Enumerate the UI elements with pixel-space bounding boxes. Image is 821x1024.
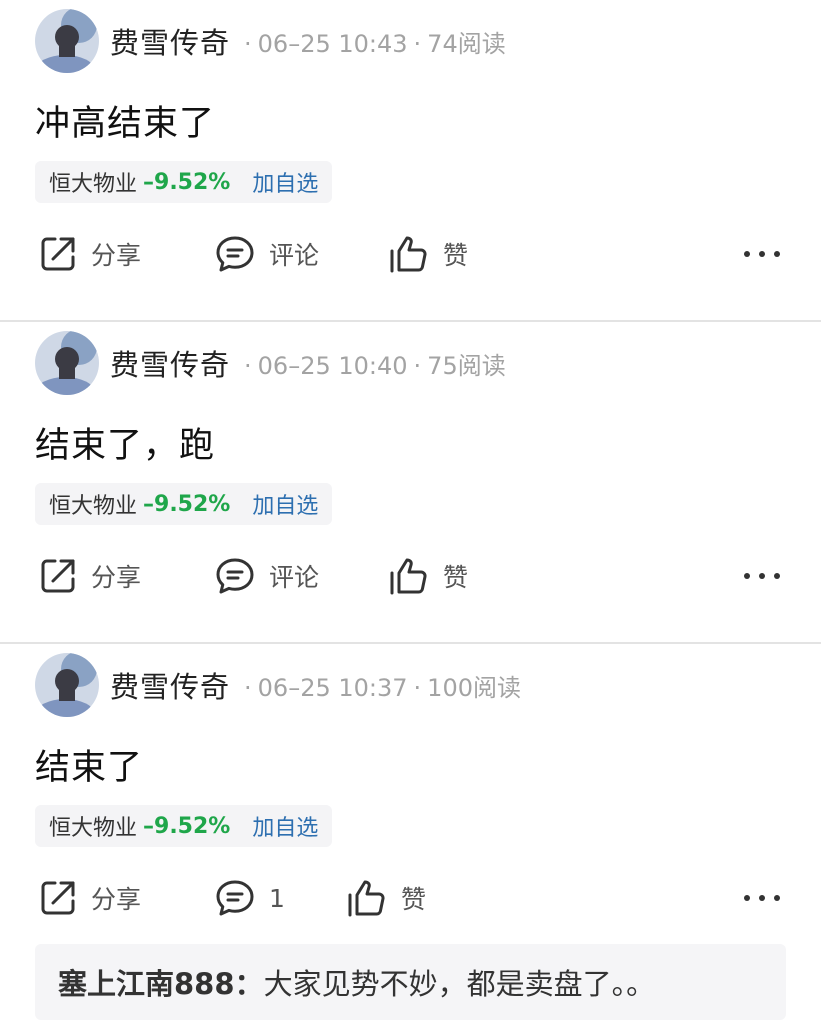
post-card: 费雪传奇 · 06–25 10:43 · 74阅读 冲高结束了 恒大物业 –9.52%…	[0, 0, 821, 322]
post-header: 费雪传奇 · 06–25 10:43 · 74阅读	[35, 9, 506, 73]
read-count: 74阅读	[427, 29, 506, 58]
post-card: 费雪传奇 · 06–25 10:40 · 75阅读 结束了，跑 恒大物业 –9.52%…	[0, 322, 821, 644]
share-label: 分享	[91, 241, 142, 270]
add-watchlist-button[interactable]: 加自选	[252, 810, 318, 842]
post-time: 06–25 10:40	[257, 351, 408, 380]
more-dots-icon[interactable]	[744, 240, 780, 268]
stock-tag[interactable]: 恒大物业 –9.52% 加自选	[35, 805, 333, 847]
share-button[interactable]: 分享	[39, 874, 141, 922]
stock-name[interactable]: 恒大物业	[49, 810, 137, 842]
reply-user[interactable]: 塞上江南888	[58, 961, 235, 1003]
comment-label: 评论	[269, 241, 320, 270]
stock-change: –9.52%	[143, 169, 231, 195]
avatar[interactable]	[35, 331, 99, 395]
reply-text: 大家见势不妙，都是卖盘了。。	[263, 967, 656, 1001]
add-watchlist-button[interactable]: 加自选	[252, 488, 318, 520]
post-content[interactable]: 冲高结束了	[35, 95, 215, 146]
meta-separator: ·	[244, 29, 252, 58]
like-button[interactable]: 赞	[389, 552, 468, 600]
stock-change: –9.52%	[143, 491, 231, 517]
read-count: 75阅读	[427, 351, 506, 380]
meta-separator: ·	[413, 29, 422, 58]
post-meta: · 06–25 10:40 · 75阅读	[238, 346, 506, 381]
like-button[interactable]: 赞	[389, 230, 468, 278]
share-label: 分享	[91, 885, 142, 914]
action-bar: 分享 评论 赞	[35, 230, 786, 278]
meta-separator: ·	[413, 673, 422, 702]
comment-icon	[216, 558, 254, 594]
post-header: 费雪传奇 · 06–25 10:37 · 100阅读	[35, 653, 521, 717]
comment-icon	[216, 236, 254, 272]
post-header: 费雪传奇 · 06–25 10:40 · 75阅读	[35, 331, 506, 395]
reply-preview[interactable]: 塞上江南888：大家见势不妙，都是卖盘了。。	[35, 944, 786, 1020]
share-button[interactable]: 分享	[39, 552, 141, 600]
thumbs-up-icon	[390, 558, 427, 595]
more-dots-icon[interactable]	[744, 884, 780, 912]
comment-label: 评论	[269, 563, 320, 592]
post-meta: · 06–25 10:37 · 100阅读	[238, 668, 521, 703]
comment-icon	[216, 880, 254, 916]
avatar[interactable]	[35, 9, 99, 73]
post-content[interactable]: 结束了，跑	[35, 417, 215, 468]
add-watchlist-button[interactable]: 加自选	[252, 166, 318, 198]
post-time: 06–25 10:43	[257, 29, 408, 58]
action-bar: 分享 1 赞	[35, 874, 786, 922]
meta-separator: ·	[244, 673, 252, 702]
comment-button[interactable]: 1	[215, 874, 285, 922]
like-button[interactable]: 赞	[347, 874, 426, 922]
like-label: 赞	[401, 885, 427, 914]
stock-change: –9.52%	[143, 813, 231, 839]
like-label: 赞	[443, 241, 469, 270]
avatar[interactable]	[35, 653, 99, 717]
comment-count: 1	[269, 883, 285, 913]
thumbs-up-icon	[348, 880, 385, 917]
share-button[interactable]: 分享	[39, 230, 141, 278]
post-content[interactable]: 结束了	[35, 739, 143, 790]
comment-button[interactable]: 评论	[215, 552, 319, 600]
post-meta: · 06–25 10:43 · 74阅读	[238, 24, 506, 59]
read-count: 100阅读	[427, 673, 521, 702]
thumbs-up-icon	[390, 236, 427, 273]
like-label: 赞	[443, 563, 469, 592]
stock-name[interactable]: 恒大物业	[49, 488, 137, 520]
more-dots-icon[interactable]	[744, 562, 780, 590]
share-icon	[41, 559, 75, 593]
action-bar: 分享 评论 赞	[35, 552, 786, 600]
share-icon	[41, 881, 75, 915]
post-time: 06–25 10:37	[257, 673, 408, 702]
meta-separator: ·	[413, 351, 422, 380]
stock-tag[interactable]: 恒大物业 –9.52% 加自选	[35, 483, 333, 525]
share-label: 分享	[91, 563, 142, 592]
author-name[interactable]: 费雪传奇	[110, 342, 230, 384]
comment-button[interactable]: 评论	[215, 230, 319, 278]
share-icon	[41, 237, 75, 271]
stock-name[interactable]: 恒大物业	[49, 166, 137, 198]
meta-separator: ·	[244, 351, 252, 380]
stock-tag[interactable]: 恒大物业 –9.52% 加自选	[35, 161, 333, 203]
author-name[interactable]: 费雪传奇	[110, 664, 230, 706]
author-name[interactable]: 费雪传奇	[110, 20, 230, 62]
reply-separator: ：	[234, 967, 264, 1001]
